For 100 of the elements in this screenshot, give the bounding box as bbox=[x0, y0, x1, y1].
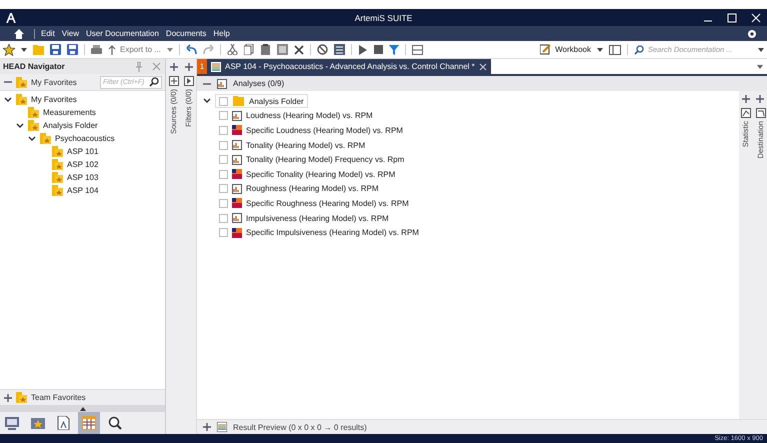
caret-icon[interactable] bbox=[597, 48, 603, 52]
analysis-item[interactable]: Roughness (Hearing Model) vs. RPM bbox=[246, 184, 378, 194]
tree-item[interactable]: Analysis Folder bbox=[43, 121, 98, 130]
favorites-folder-icon[interactable] bbox=[31, 416, 45, 430]
maximize-icon[interactable] bbox=[727, 12, 737, 22]
caret-icon[interactable] bbox=[757, 64, 763, 68]
app-logo-icon bbox=[6, 12, 16, 22]
folder-icon bbox=[52, 172, 63, 183]
checkbox[interactable] bbox=[219, 126, 228, 135]
workbook-button[interactable]: Workbook bbox=[540, 44, 591, 55]
checkbox[interactable] bbox=[219, 228, 228, 238]
spectrogram-icon bbox=[232, 125, 242, 136]
star-icon[interactable] bbox=[3, 44, 15, 56]
monitor-icon[interactable] bbox=[5, 416, 19, 430]
spreadsheet-icon[interactable] bbox=[334, 44, 345, 55]
menu-item[interactable]: Help bbox=[213, 29, 230, 38]
tab-title: ASP 104 - Psychoacoustics - Advanced Analysis vs. Control Channel * bbox=[225, 62, 475, 71]
tree-item[interactable]: Measurements bbox=[43, 108, 96, 117]
checkbox[interactable] bbox=[219, 155, 228, 164]
folder-icon bbox=[28, 107, 39, 118]
panel-icon[interactable] bbox=[609, 44, 621, 54]
tree-item[interactable]: ASP 101 bbox=[67, 147, 98, 156]
caret-icon[interactable] bbox=[21, 48, 27, 52]
plus-icon[interactable] bbox=[203, 423, 211, 431]
stop-sign-icon[interactable] bbox=[316, 44, 328, 55]
save-icon[interactable] bbox=[50, 44, 61, 55]
analysis-item[interactable]: Impulsiveness (Hearing Model) vs. RPM bbox=[246, 214, 389, 223]
tree-item[interactable]: My Favorites bbox=[31, 95, 77, 104]
document-icon bbox=[211, 62, 221, 72]
tab-number: 1 bbox=[197, 59, 207, 74]
favorites-label: My Favorites bbox=[31, 78, 78, 86]
folder-icon bbox=[16, 94, 27, 105]
folder-icon bbox=[52, 146, 63, 157]
sources-icon[interactable] bbox=[168, 76, 178, 86]
analysis-item[interactable]: Specific Loudness (Hearing Model) vs. RPM bbox=[246, 126, 403, 135]
analysis-item[interactable]: Tonality (Hearing Model) vs. RPM bbox=[246, 140, 366, 150]
paste-icon[interactable] bbox=[260, 44, 271, 55]
calendar-grid-icon[interactable] bbox=[82, 416, 96, 430]
chevron-down-icon[interactable] bbox=[4, 96, 12, 104]
caret-icon[interactable] bbox=[758, 48, 764, 52]
statistic-icon[interactable] bbox=[740, 108, 750, 118]
checkbox[interactable] bbox=[219, 184, 228, 194]
destination-icon[interactable] bbox=[756, 108, 766, 118]
chevron-down-icon[interactable] bbox=[28, 134, 36, 142]
menu-item[interactable]: View bbox=[62, 29, 79, 38]
chevron-down-icon[interactable] bbox=[203, 97, 211, 106]
analysis-item[interactable]: Tonality (Hearing Model) Frequency vs. Rpm bbox=[246, 155, 404, 164]
plus-icon[interactable] bbox=[4, 394, 12, 402]
stop-icon[interactable] bbox=[374, 45, 383, 54]
copy-icon[interactable] bbox=[244, 44, 254, 55]
folder-icon bbox=[52, 185, 63, 196]
cut-icon[interactable] bbox=[226, 44, 238, 55]
play-icon[interactable] bbox=[358, 44, 368, 54]
document-tab[interactable]: 1 ASP 104 - Psychoacoustics - Advanced Analysis vs. Control Channel * bbox=[197, 59, 491, 74]
menu-item[interactable]: Documents bbox=[166, 29, 206, 38]
filter-icon[interactable] bbox=[388, 44, 399, 54]
checkbox[interactable] bbox=[219, 111, 228, 120]
settings-icon[interactable] bbox=[747, 28, 757, 38]
checkbox[interactable] bbox=[219, 96, 228, 106]
tree-item[interactable]: ASP 103 bbox=[67, 173, 98, 182]
panel-title: HEAD Navigator bbox=[3, 62, 65, 71]
save-icon[interactable] bbox=[67, 44, 78, 55]
checkbox[interactable] bbox=[219, 140, 228, 150]
export-button[interactable]: Export to ... bbox=[108, 44, 161, 54]
plus-icon[interactable] bbox=[184, 62, 192, 70]
close-icon[interactable] bbox=[478, 62, 487, 70]
analysis-item[interactable]: Specific Roughness (Hearing Model) vs. RPM bbox=[246, 198, 409, 208]
tree-item[interactable]: Psychoacoustics bbox=[55, 134, 115, 143]
tree-item[interactable]: ASP 102 bbox=[67, 160, 98, 169]
window-title: ArtemiS SUITE bbox=[354, 12, 412, 22]
filter-box-icon[interactable] bbox=[184, 76, 194, 86]
line-chart-icon bbox=[232, 110, 242, 121]
document-icon[interactable] bbox=[57, 416, 70, 430]
delete-icon[interactable] bbox=[294, 44, 304, 54]
menu-item[interactable]: Edit bbox=[41, 29, 55, 38]
analysis-item[interactable]: Loudness (Hearing Model) vs. RPM bbox=[246, 111, 373, 120]
tree-item[interactable]: ASP 104 bbox=[67, 186, 98, 195]
analysis-item[interactable]: Specific Impulsiveness (Hearing Model) vs. RPM bbox=[246, 228, 419, 238]
checkbox[interactable] bbox=[219, 170, 228, 179]
undo-icon[interactable] bbox=[186, 44, 197, 55]
checkbox[interactable] bbox=[219, 214, 228, 223]
analysis-item[interactable]: Specific Tonality (Hearing Model) vs. RPM bbox=[246, 170, 396, 179]
menu-item[interactable]: User Documentation bbox=[86, 29, 159, 38]
folder-item[interactable]: Analysis Folder bbox=[215, 94, 308, 108]
result-preview: Result Preview (0 x 0 x 0 → 0 results) bbox=[233, 422, 367, 432]
printer-icon[interactable] bbox=[91, 44, 102, 54]
search-icon bbox=[149, 77, 159, 87]
favorites-label: Team Favorites bbox=[31, 393, 87, 402]
folder-icon bbox=[40, 133, 51, 144]
folder-icon bbox=[16, 76, 27, 88]
line-chart-icon bbox=[232, 140, 242, 150]
search-icon bbox=[634, 44, 644, 54]
list-icon[interactable] bbox=[412, 44, 423, 54]
chevron-down-icon[interactable] bbox=[16, 122, 24, 130]
plus-icon[interactable] bbox=[742, 94, 750, 102]
home-icon[interactable] bbox=[14, 28, 24, 38]
plus-icon[interactable] bbox=[170, 62, 178, 70]
folder-icon bbox=[52, 159, 63, 170]
plus-icon[interactable] bbox=[756, 94, 764, 102]
checkbox[interactable] bbox=[219, 198, 228, 208]
